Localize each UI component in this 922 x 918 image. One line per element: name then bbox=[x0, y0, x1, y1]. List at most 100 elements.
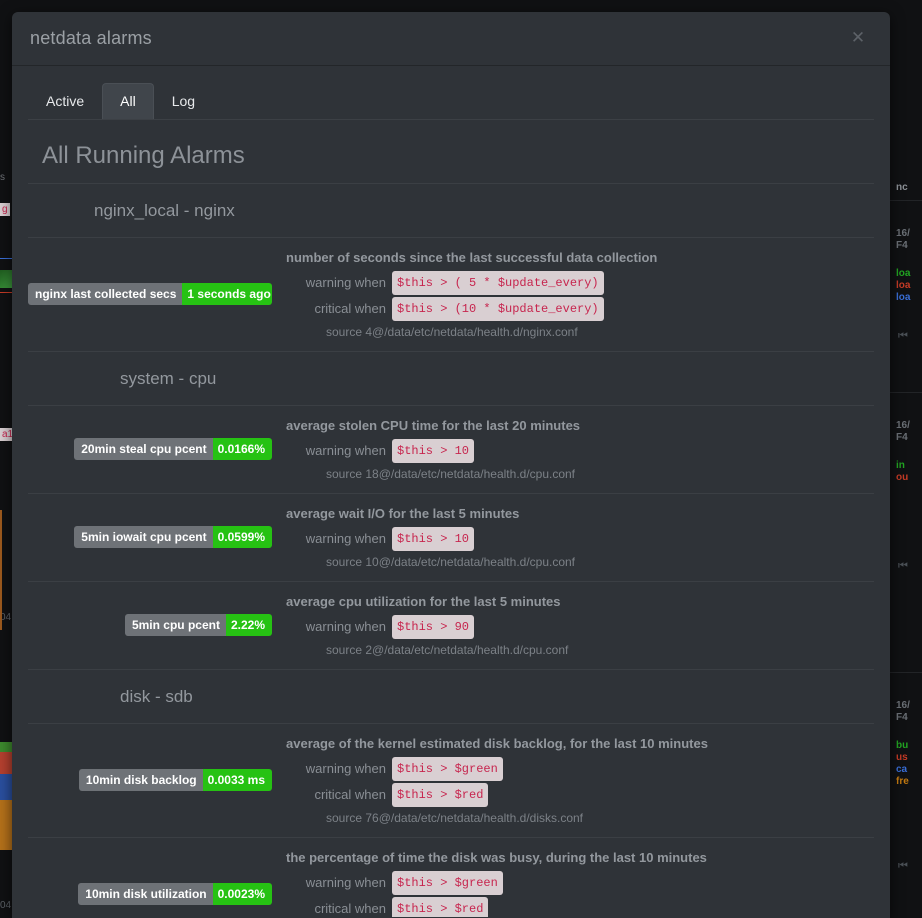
alarm-row[interactable]: 20min steal cpu pcent 0.0166% average stol… bbox=[28, 406, 874, 494]
condition-expression: $this > $red bbox=[392, 897, 489, 917]
condition-expression: $this > (10 * $update_every) bbox=[392, 297, 604, 321]
alarm-row[interactable]: 10min disk utilization 0.0023% the percent… bbox=[28, 838, 874, 917]
background-chart-block bbox=[0, 752, 12, 774]
background-right-strip: nc 16/F4 loa loa loa 16/F4 in ou 16/F4 bu us ca fre ⏮… bbox=[890, 0, 922, 918]
condition-label: warning when bbox=[305, 761, 386, 776]
alarm-badge-cell: 10min disk backlog 0.0033 ms bbox=[28, 769, 286, 791]
background-text-fragment: loa bbox=[896, 292, 911, 303]
alarm-value: 1 seconds ago bbox=[182, 283, 272, 305]
background-text-fragment: s bbox=[0, 172, 5, 183]
condition-label: critical when bbox=[314, 901, 386, 916]
background-chart-block bbox=[0, 800, 12, 850]
tab-all[interactable]: All bbox=[102, 83, 154, 119]
alarm-source: source 76@/data/etc/netdata/health.d/dis… bbox=[326, 811, 584, 825]
background-chart-block bbox=[0, 270, 12, 288]
tab-log[interactable]: Log bbox=[154, 83, 213, 119]
background-text-fragment: a1 bbox=[0, 428, 12, 441]
condition-label: warning when bbox=[305, 531, 386, 546]
alarm-value: 0.0166% bbox=[212, 438, 272, 460]
alarm-source: source 10@/data/etc/netdata/health.d/cpu… bbox=[326, 555, 576, 569]
alarm-source: source 4@/data/etc/netdata/health.d/ngin… bbox=[326, 325, 578, 339]
page-title: All Running Alarms bbox=[28, 120, 874, 184]
alarm-badge-cell: 10min disk utilization 0.0023% bbox=[28, 883, 286, 905]
alarm-condition: warning when $this > ( 5 * $update_every) bbox=[286, 270, 872, 296]
background-chart-block bbox=[0, 510, 2, 630]
alarm-condition: warning when $this > 10 bbox=[286, 438, 872, 464]
alarm-source: source 2@/data/etc/netdata/health.d/cpu.… bbox=[326, 643, 569, 657]
alarm-row[interactable]: nginx last collected secs 1 seconds ago nu… bbox=[28, 238, 874, 352]
alarm-value: 2.22% bbox=[225, 614, 272, 636]
alarm-info-text: average of the kernel estimated disk bac… bbox=[286, 736, 708, 751]
background-text-fragment: us bbox=[896, 752, 908, 763]
close-icon[interactable]: ✕ bbox=[848, 28, 868, 48]
alarm-condition: warning when $this > $green bbox=[286, 756, 872, 782]
background-chart-block bbox=[0, 742, 12, 752]
alarm-badge-cell: nginx last collected secs 1 seconds ago bbox=[28, 283, 286, 305]
background-text-fragment: ou bbox=[896, 472, 909, 483]
alarm-info-text: the percentage of time the disk was busy… bbox=[286, 850, 707, 865]
alarm-condition: critical when $this > $red bbox=[286, 896, 872, 917]
alarm-status-badge[interactable]: 10min disk backlog 0.0033 ms bbox=[78, 769, 272, 791]
background-text-fragment: bu bbox=[896, 740, 909, 751]
alarm-condition: warning when $this > 10 bbox=[286, 526, 872, 552]
alarm-info-text: average wait I/O for the last 5 minutes bbox=[286, 506, 520, 521]
modal-header: netdata alarms ✕ bbox=[12, 12, 890, 66]
alarm-name: 5min cpu pcent bbox=[124, 614, 226, 636]
alarm-status-badge[interactable]: nginx last collected secs 1 seconds ago bbox=[28, 283, 272, 305]
family-header: system - cpu bbox=[28, 352, 874, 406]
condition-expression: $this > 10 bbox=[392, 527, 475, 551]
background-chart-block bbox=[0, 774, 12, 800]
background-text-fragment: fre bbox=[896, 776, 909, 787]
background-text-fragment: F4 bbox=[896, 432, 908, 443]
background-divider bbox=[890, 672, 922, 673]
alarm-row[interactable]: 5min cpu pcent 2.22% average cpu utilizati… bbox=[28, 582, 874, 670]
alarm-condition: critical when $this > $red bbox=[286, 782, 872, 808]
alarm-details: average wait I/O for the last 5 minutes w… bbox=[286, 505, 874, 569]
alarm-status-badge[interactable]: 5min iowait cpu pcent 0.0599% bbox=[74, 526, 272, 548]
modal-body: Active All Log All Running Alarms nginx_lo… bbox=[12, 66, 890, 917]
condition-label: critical when bbox=[314, 301, 386, 316]
alarm-value: 0.0599% bbox=[212, 526, 272, 548]
alarm-value: 0.0023% bbox=[212, 883, 272, 905]
background-text-fragment: 16/ bbox=[896, 700, 910, 711]
alarm-status-badge[interactable]: 10min disk utilization 0.0023% bbox=[78, 883, 272, 905]
alarm-name: 20min steal cpu pcent bbox=[74, 438, 213, 460]
alarm-badge-cell: 5min iowait cpu pcent 0.0599% bbox=[28, 526, 286, 548]
background-divider bbox=[890, 392, 922, 393]
alarm-name: nginx last collected secs bbox=[28, 283, 183, 305]
alarm-badge-cell: 5min cpu pcent 2.22% bbox=[28, 614, 286, 636]
background-divider bbox=[890, 200, 922, 201]
background-text-fragment: g bbox=[0, 203, 10, 216]
alarm-name: 5min iowait cpu pcent bbox=[74, 526, 213, 548]
tab-active[interactable]: Active bbox=[28, 83, 102, 119]
background-text-fragment: 16/ bbox=[896, 228, 910, 239]
condition-expression: $this > $red bbox=[392, 783, 489, 807]
alarm-info-text: average cpu utilization for the last 5 m… bbox=[286, 594, 561, 609]
alarm-details: average stolen CPU time for the last 20 … bbox=[286, 417, 874, 481]
modal-title: netdata alarms bbox=[30, 28, 152, 48]
alarm-details: average cpu utilization for the last 5 m… bbox=[286, 593, 874, 657]
alarm-info-text: average stolen CPU time for the last 20 … bbox=[286, 418, 581, 433]
alarm-details: average of the kernel estimated disk bac… bbox=[286, 735, 874, 825]
background-prev-icon: ⏮ bbox=[898, 560, 908, 572]
background-text-fragment: 04 bbox=[0, 900, 12, 911]
alarm-condition: critical when $this > (10 * $update_every… bbox=[286, 296, 872, 322]
family-header: nginx_local - nginx bbox=[28, 184, 874, 238]
background-text-fragment: nc bbox=[896, 182, 908, 193]
alarm-status-badge[interactable]: 20min steal cpu pcent 0.0166% bbox=[74, 438, 272, 460]
background-chart-line bbox=[0, 292, 12, 293]
background-text-fragment: F4 bbox=[896, 240, 908, 251]
background-chart-line bbox=[0, 258, 12, 259]
alarm-status-badge[interactable]: 5min cpu pcent 2.22% bbox=[124, 614, 272, 636]
alarm-details: number of seconds since the last success… bbox=[286, 249, 874, 339]
background-text-fragment: F4 bbox=[896, 712, 908, 723]
alarm-source: source 18@/data/etc/netdata/health.d/cpu… bbox=[326, 467, 576, 481]
background-text-fragment: 16/ bbox=[896, 420, 910, 431]
alarm-condition: warning when $this > 90 bbox=[286, 614, 872, 640]
condition-expression: $this > 90 bbox=[392, 615, 475, 639]
alarm-name: 10min disk utilization bbox=[78, 883, 213, 905]
condition-label: warning when bbox=[305, 443, 386, 458]
alarm-name: 10min disk backlog bbox=[78, 769, 203, 791]
alarm-row[interactable]: 5min iowait cpu pcent 0.0599% average wait… bbox=[28, 494, 874, 582]
alarm-row[interactable]: 10min disk backlog 0.0033 ms average of th… bbox=[28, 724, 874, 838]
